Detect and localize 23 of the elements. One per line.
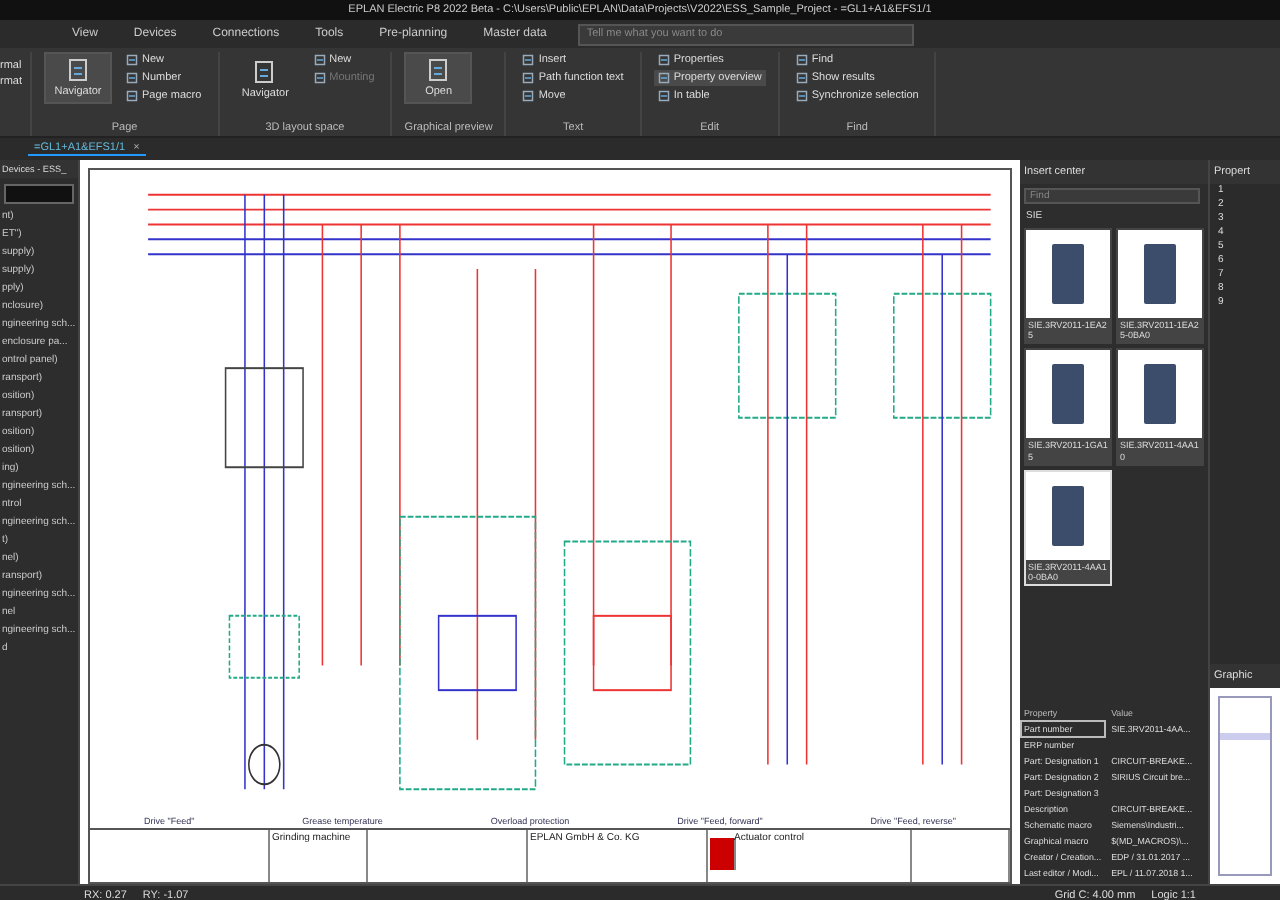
document-icon: [657, 72, 670, 84]
photo-placeholder: [1026, 350, 1110, 439]
search-field[interactable]: [4, 184, 74, 204]
document-icon: [65, 58, 91, 82]
document-icon: [522, 90, 535, 102]
document-icon: [425, 58, 452, 82]
photo-placeholder: [1118, 350, 1202, 439]
document-icon: [657, 90, 670, 102]
document-icon: [313, 72, 326, 84]
document-icon: [126, 54, 138, 66]
document-icon: [522, 72, 535, 84]
document-icon: [795, 54, 808, 66]
document-icon: [126, 72, 138, 84]
document-icon: [795, 72, 808, 84]
photo-placeholder: [1026, 471, 1110, 560]
document-icon: [313, 54, 326, 66]
photo-placeholder: [1118, 230, 1202, 318]
document-icon: [795, 90, 808, 102]
document-icon: [126, 90, 138, 102]
document-icon: [522, 54, 535, 66]
document-icon: [657, 54, 670, 66]
photo-placeholder: [1026, 230, 1110, 318]
document-icon: [252, 60, 279, 84]
